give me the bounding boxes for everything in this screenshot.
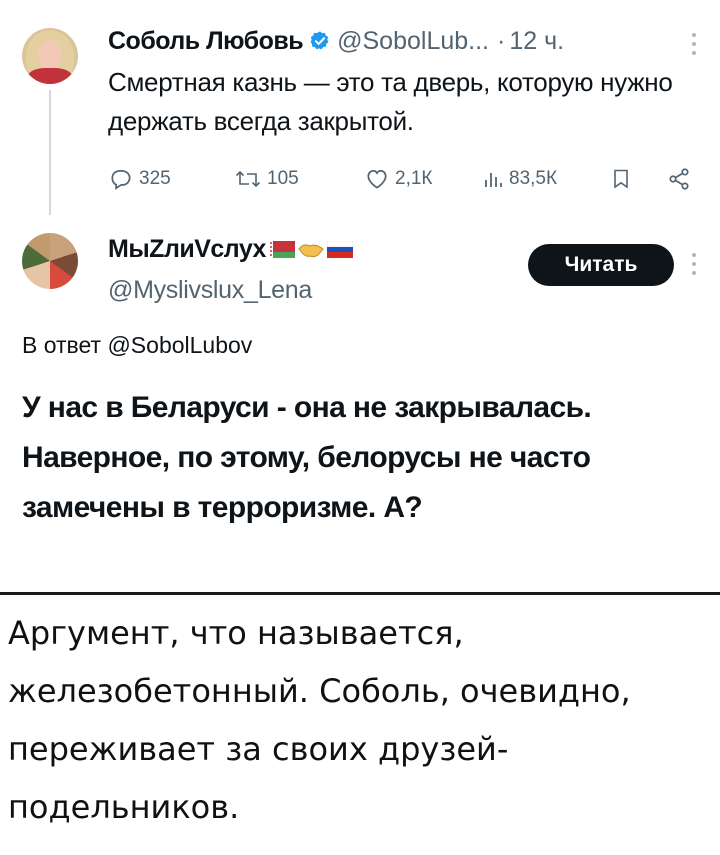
timestamp[interactable]: 12 ч. <box>509 27 564 56</box>
thread-line <box>49 90 51 215</box>
handshake-emoji-icon <box>298 244 324 258</box>
divider <box>0 592 720 595</box>
reply-button[interactable]: 325 <box>108 162 171 196</box>
russia-flag-icon <box>326 241 353 258</box>
tweet-header: Соболь Любовь @SobolLub... · 12 ч. <box>108 26 564 56</box>
reply-to-label: В ответ @SobolLubov <box>22 332 253 358</box>
tweet-original: Соболь Любовь @SobolLub... · 12 ч. Смерт… <box>0 0 720 215</box>
reply-icon <box>111 170 131 190</box>
bookmark-icon <box>614 169 628 189</box>
share-icon <box>669 168 689 190</box>
author-handle[interactable]: @SobolLub... <box>337 27 489 56</box>
more-icon[interactable] <box>690 251 698 277</box>
author-name-row: МыZлиVслух <box>108 235 353 264</box>
like-button[interactable]: 2,1К <box>364 162 432 196</box>
reply-count: 325 <box>139 168 171 189</box>
read-button[interactable]: Читать <box>528 244 674 286</box>
tweet-text: Смертная казнь — это та дверь, которую н… <box>108 67 673 136</box>
views-button[interactable]: 83,5К <box>482 162 557 196</box>
repost-button[interactable]: 105 <box>234 162 299 196</box>
repost-count: 105 <box>267 168 299 189</box>
belarus-flag-icon <box>268 241 295 258</box>
author-name[interactable]: Соболь Любовь <box>108 27 304 56</box>
views-icon <box>485 173 502 187</box>
caption-comment: Аргумент, что называется, железобетонный… <box>8 614 631 826</box>
share-button[interactable] <box>666 162 692 196</box>
verified-badge-icon <box>310 31 329 50</box>
tweet-actions: 325 105 2,1К 83,5К <box>108 162 708 196</box>
separator: · <box>497 26 506 55</box>
repost-icon <box>235 170 261 188</box>
author-name[interactable]: МыZлиVслух <box>108 235 266 264</box>
author-handle[interactable]: @Myslivslux_Lena <box>108 276 312 305</box>
bookmark-button[interactable] <box>610 162 632 196</box>
views-count: 83,5К <box>509 168 558 189</box>
avatar[interactable] <box>22 233 78 289</box>
like-icon <box>367 170 387 189</box>
tweet-text: У нас в Беларуси - она не закрывалась. Н… <box>22 391 592 524</box>
avatar[interactable] <box>22 28 78 84</box>
tweet-reply: МыZлиVслух @Myslivslux_Lena Читать В отв… <box>0 215 720 595</box>
like-count: 2,1К <box>395 168 433 189</box>
more-icon[interactable] <box>690 31 698 57</box>
